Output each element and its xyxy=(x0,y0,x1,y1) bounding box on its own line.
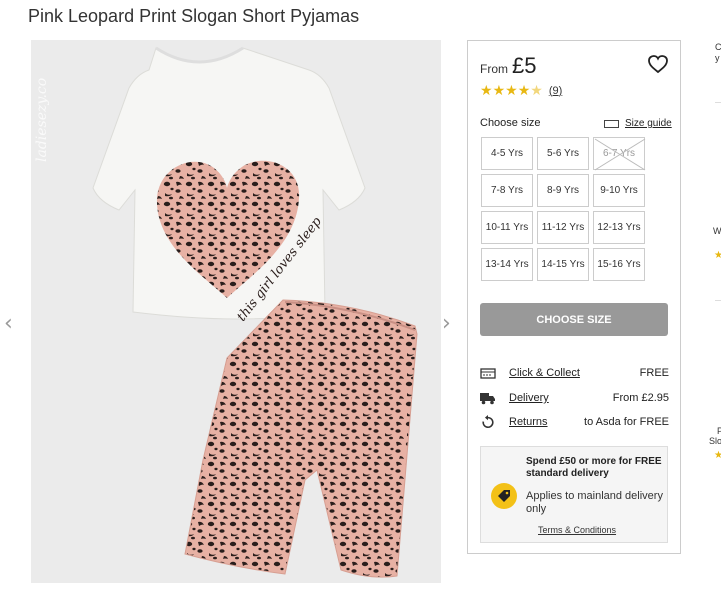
terms-conditions-link[interactable]: Terms & Conditions xyxy=(538,525,616,535)
next-image-arrow[interactable]: › xyxy=(442,311,451,336)
size-options: 4-5 Yrs 5-6 Yrs 6-7 Yrs 7-8 Yrs 8-9 Yrs … xyxy=(481,137,646,281)
size-option[interactable]: 13-14 Yrs xyxy=(481,248,533,281)
click-collect-row: Click & Collect FREE xyxy=(480,366,669,382)
watermark: ladiesezy.co xyxy=(34,78,50,162)
review-count-link[interactable]: (9) xyxy=(549,85,562,97)
product-title: Pink Leopard Print Slogan Short Pyjamas xyxy=(28,6,360,26)
promo-headline: Spend £50 or more for FREE standard deli… xyxy=(526,456,662,479)
star-icon: ★ xyxy=(492,83,506,99)
prev-image-arrow[interactable]: ‹ xyxy=(4,311,13,336)
size-option[interactable]: 11-12 Yrs xyxy=(537,211,589,244)
star-icon: ★ xyxy=(714,250,721,261)
free-delivery-promo: Spend £50 or more for FREE standard deli… xyxy=(480,446,668,543)
click-collect-link[interactable]: Click & Collect xyxy=(509,367,580,379)
unavailable-cross-icon xyxy=(594,138,646,171)
product-image-gallery[interactable]: this girl loves sleep ladiesezy.co xyxy=(31,40,441,583)
half-star-icon: ★ xyxy=(530,83,543,99)
purchase-panel: From £5 ★ ★ ★ ★ ★ (9) Choose size Size g… xyxy=(467,40,681,554)
svg-text:ladiesezy.co: ladiesezy.co xyxy=(34,78,50,162)
rec-header-text: y xyxy=(715,53,720,63)
recommendations-strip-partial: C y W ★ P Slo ★ xyxy=(705,40,721,560)
choose-size-label: Choose size xyxy=(480,117,541,129)
promo-subtext: Applies to mainland delivery only xyxy=(526,490,663,515)
size-option[interactable]: 10-11 Yrs xyxy=(481,211,533,244)
price: From £5 xyxy=(480,53,536,79)
delivery-row: Delivery From £2.95 xyxy=(480,391,669,407)
price-value: £5 xyxy=(512,53,537,78)
size-option[interactable]: 5-6 Yrs xyxy=(537,137,589,170)
delivery-link[interactable]: Delivery xyxy=(509,392,549,404)
tag-icon xyxy=(491,483,517,509)
truck-icon xyxy=(480,393,495,405)
ruler-icon xyxy=(604,119,619,128)
size-option[interactable]: 14-15 Yrs xyxy=(537,248,589,281)
size-option-unavailable[interactable]: 6-7 Yrs xyxy=(593,137,646,171)
size-option[interactable]: 12-13 Yrs xyxy=(593,211,645,244)
click-collect-value: FREE xyxy=(639,367,669,379)
store-icon xyxy=(480,368,496,379)
star-icon: ★ xyxy=(517,83,531,99)
rec-item-title[interactable]: P xyxy=(717,426,721,436)
rec-divider xyxy=(715,102,721,103)
rec-divider xyxy=(715,300,721,301)
star-icon: ★ xyxy=(505,83,518,99)
size-option[interactable]: 7-8 Yrs xyxy=(481,174,533,207)
rec-item-title[interactable]: Slo xyxy=(709,436,721,446)
choose-size-button[interactable]: CHOOSE SIZE xyxy=(480,303,668,336)
size-option[interactable]: 8-9 Yrs xyxy=(537,174,589,207)
product-image: this girl loves sleep xyxy=(31,40,441,583)
returns-row: Returns to Asda for FREE xyxy=(480,415,669,431)
size-guide-link[interactable]: Size guide xyxy=(604,118,672,129)
size-option[interactable]: 4-5 Yrs xyxy=(481,137,533,170)
size-option[interactable]: 9-10 Yrs xyxy=(593,174,645,207)
return-icon xyxy=(482,415,494,428)
delivery-value: From £2.95 xyxy=(612,392,669,404)
returns-link[interactable]: Returns xyxy=(509,416,548,428)
price-from-label: From xyxy=(480,62,508,76)
favourite-heart-icon[interactable] xyxy=(647,54,669,74)
star-icon: ★ xyxy=(480,83,493,99)
size-option[interactable]: 15-16 Yrs xyxy=(593,248,645,281)
returns-value: to Asda for FREE xyxy=(584,416,669,428)
star-icon: ★ xyxy=(714,450,721,461)
rating[interactable]: ★ ★ ★ ★ ★ (9) xyxy=(480,84,562,98)
rec-header-text: C xyxy=(715,42,721,52)
rec-item-title[interactable]: W xyxy=(713,226,721,236)
